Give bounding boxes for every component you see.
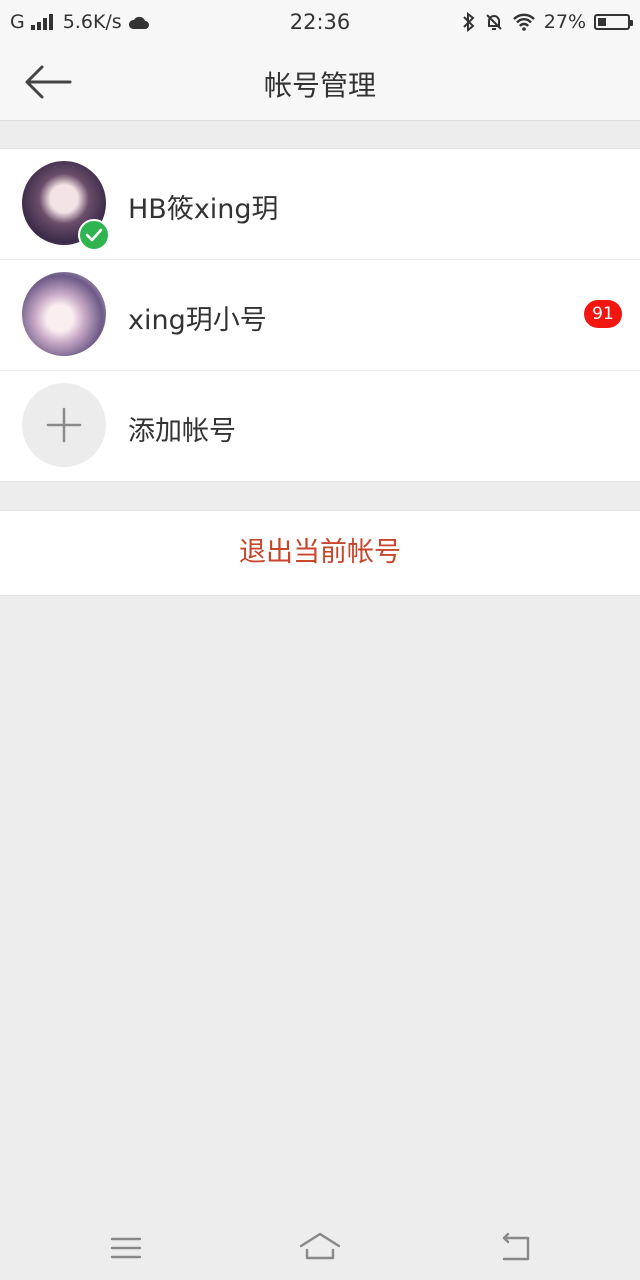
system-back-button[interactable] <box>494 1228 538 1268</box>
nav-bar: 帐号管理 <box>0 44 640 121</box>
page-title: 帐号管理 <box>263 69 376 102</box>
home-button[interactable] <box>298 1228 342 1268</box>
avatar <box>22 272 106 356</box>
account-row-main[interactable]: HB筱xing玥 <box>0 149 640 260</box>
wifi-icon <box>512 13 535 31</box>
account-name: HB筱xing玥 <box>128 194 279 225</box>
logout-button[interactable]: 退出当前帐号 <box>0 510 640 596</box>
battery-percent: 27% <box>543 11 586 33</box>
account-list: HB筱xing玥 xing玥小号 91 添加帐号 <box>0 148 640 482</box>
add-account-row[interactable]: 添加帐号 <box>0 371 640 481</box>
menu-button[interactable] <box>104 1228 148 1268</box>
status-right: 27% <box>462 0 633 44</box>
active-check-icon <box>78 219 110 251</box>
home-icon <box>299 1232 341 1260</box>
add-account-label: 添加帐号 <box>128 416 236 447</box>
back-icon <box>502 1232 530 1261</box>
battery-icon <box>594 14 633 30</box>
mute-bell-icon <box>486 14 502 30</box>
status-bar: G 5.6K/s 22:36 27% <box>0 0 640 44</box>
account-name: xing玥小号 <box>128 305 267 336</box>
unread-count-badge: 91 <box>584 300 622 328</box>
bluetooth-icon <box>463 12 475 32</box>
account-row-secondary[interactable]: xing玥小号 91 <box>0 260 640 371</box>
add-icon <box>22 383 106 467</box>
system-nav-bar <box>0 1220 640 1280</box>
menu-icon <box>110 1237 142 1259</box>
